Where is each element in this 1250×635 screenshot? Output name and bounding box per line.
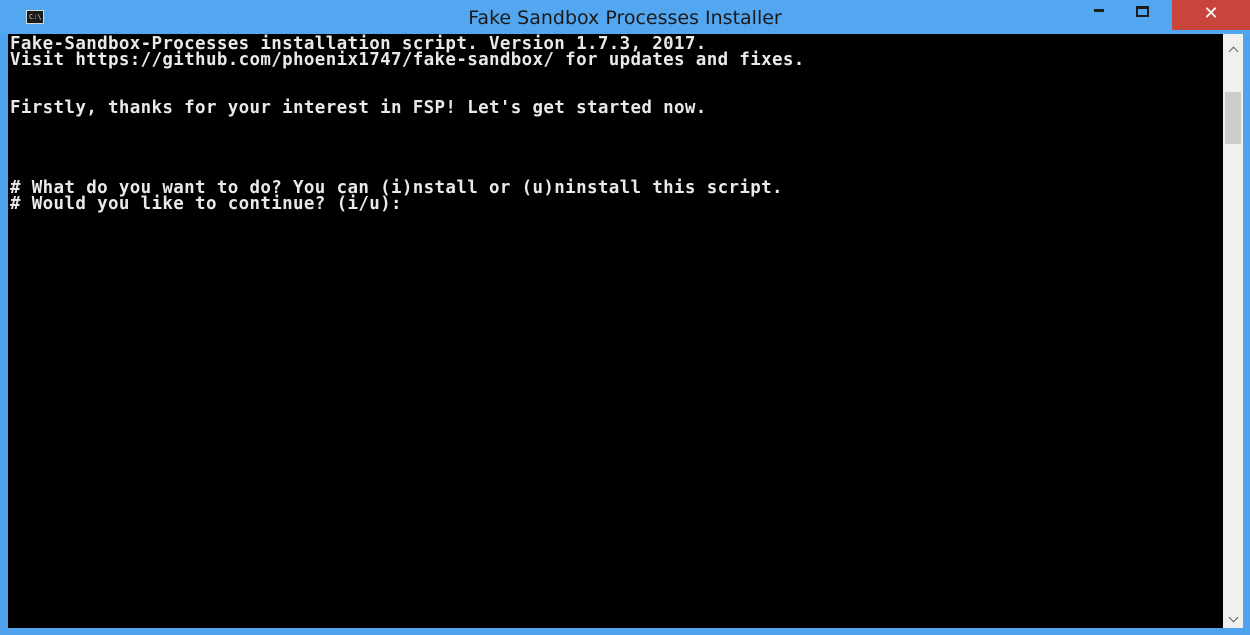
maximize-icon (1136, 6, 1149, 17)
scroll-up-button[interactable] (1223, 34, 1243, 62)
console-prompt-line: # Would you like to continue? (i/u): (10, 194, 402, 214)
close-icon: ✕ (1203, 3, 1219, 24)
vertical-scrollbar[interactable] (1223, 34, 1243, 628)
maximize-button[interactable] (1122, 0, 1166, 28)
scrollbar-thumb[interactable] (1225, 92, 1241, 144)
cmd-console-icon[interactable]: C:\. (26, 10, 46, 24)
close-button[interactable]: ✕ (1172, 0, 1250, 30)
scroll-down-button[interactable] (1223, 604, 1243, 628)
title-bar[interactable]: C:\. Fake Sandbox Processes Installer ✕ (0, 0, 1250, 34)
minimize-button[interactable] (1078, 0, 1122, 28)
console-window: C:\. Fake Sandbox Processes Installer ✕ … (0, 0, 1250, 635)
minimize-icon (1094, 9, 1104, 12)
chevron-up-icon (1228, 46, 1238, 57)
console-output[interactable]: Fake-Sandbox-Processes installation scri… (8, 34, 1223, 628)
window-title: Fake Sandbox Processes Installer (468, 7, 782, 29)
chevron-down-icon (1228, 612, 1238, 623)
console-line: Firstly, thanks for your interest in FSP… (10, 98, 707, 118)
console-line: Visit https://github.com/phoenix1747/fak… (10, 50, 805, 70)
